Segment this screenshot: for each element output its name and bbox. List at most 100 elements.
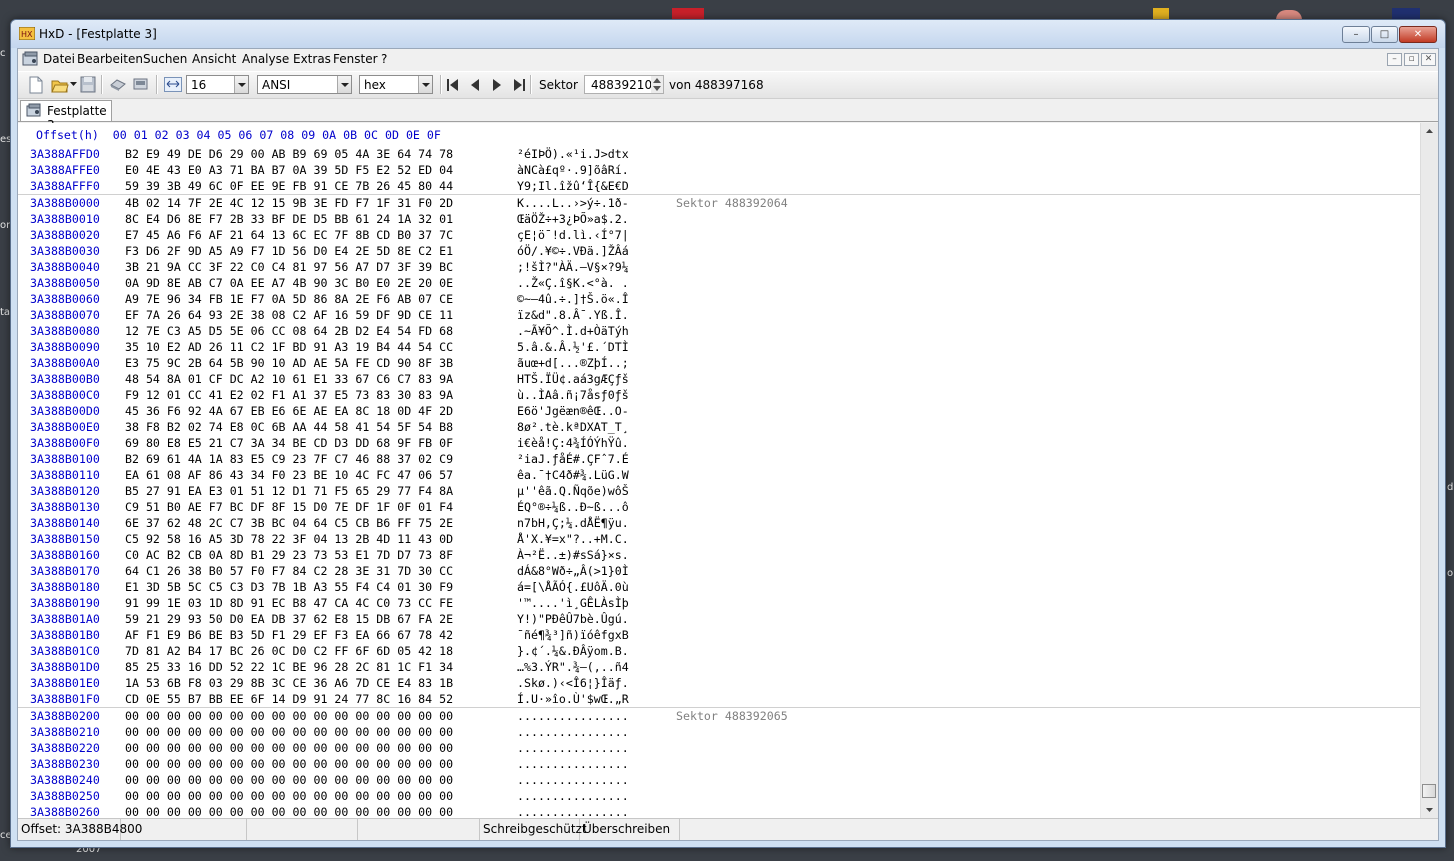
row-hex-bytes[interactable]: F9 12 01 CC 41 E2 02 F1 A1 37 E5 73 83 3… xyxy=(125,387,453,403)
row-hex-bytes[interactable]: 38 F8 B2 02 74 E8 0C 6B AA 44 58 41 54 5… xyxy=(125,419,453,435)
hex-row[interactable]: 3A388B0070 EF 7A 26 64 93 2E 38 08 C2 AF … xyxy=(18,307,1420,323)
hex-row[interactable]: 3A388B0250 00 00 00 00 00 00 00 00 00 00 … xyxy=(18,788,1420,804)
row-ascii[interactable]: ;!šÌ?"ÀÄ.—V§×?9¼ xyxy=(517,259,629,275)
hex-row[interactable]: 3A388B0110 EA 61 08 AF 86 43 34 F0 23 BE … xyxy=(18,467,1420,483)
hex-row[interactable]: 3A388B01F0 CD 0E 55 B7 BB EE 6F 14 D9 91 … xyxy=(18,691,1420,707)
row-ascii[interactable]: 5.â.&.Â.½'£.´DTÌ xyxy=(517,339,629,355)
row-ascii[interactable]: ²iaJ.ƒåÉ#.ÇFˆ7.É xyxy=(517,451,629,467)
row-hex-bytes[interactable]: AF F1 E9 B6 BE B3 5D F1 29 EF F3 EA 66 6… xyxy=(125,627,453,643)
row-ascii[interactable]: ŒäÖŽ÷+3¿ÞÕ»a$.2. xyxy=(517,211,629,227)
row-ascii[interactable]: n7bH,Ç;¼.dÅË¶ÿu. xyxy=(517,515,629,531)
hex-row[interactable]: 3A388B0000 4B 02 14 7F 2E 4C 12 15 9B 3E … xyxy=(18,194,1420,211)
row-hex-bytes[interactable]: 69 80 E8 E5 21 C7 3A 34 BE CD D3 DD 68 9… xyxy=(125,435,453,451)
row-hex-bytes[interactable]: 7D 81 A2 B4 17 BC 26 0C D0 C2 FF 6F 6D 0… xyxy=(125,643,453,659)
hex-row[interactable]: 3A388B0100 B2 69 61 4A 1A 83 E5 C9 23 7F … xyxy=(18,451,1420,467)
chevron-down-icon[interactable] xyxy=(418,76,432,93)
row-ascii[interactable]: ................ xyxy=(517,756,629,772)
row-ascii[interactable]: 8ø².tè.kªDXAT_T¸ xyxy=(517,419,629,435)
row-ascii[interactable]: ²éIÞÖ).«¹i.J>dtx xyxy=(517,146,629,162)
spinner-arrows-icon[interactable] xyxy=(651,76,663,93)
row-hex-bytes[interactable]: 6E 37 62 48 2C C7 3B BC 04 64 C5 CB B6 F… xyxy=(125,515,453,531)
row-hex-bytes[interactable]: 00 00 00 00 00 00 00 00 00 00 00 00 00 0… xyxy=(125,724,453,740)
hex-row[interactable]: 3A388B0020 E7 45 A6 F6 AF 21 64 13 6C EC … xyxy=(18,227,1420,243)
row-ascii[interactable]: …%3.ÝR".¾–(,..ñ4 xyxy=(517,659,629,675)
row-hex-bytes[interactable]: 00 00 00 00 00 00 00 00 00 00 00 00 00 0… xyxy=(125,788,453,804)
hex-row[interactable]: 3A388B0030 F3 D6 2F 9D A5 A9 F7 1D 56 D0 … xyxy=(18,243,1420,259)
open-ram-icon[interactable] xyxy=(132,76,149,93)
disk-document-icon[interactable] xyxy=(22,51,40,67)
row-ascii[interactable]: ÉQ°®÷¼ß..Ð~ß...ô xyxy=(517,499,629,515)
menu-bearbeiten[interactable]: Bearbeiten xyxy=(77,52,143,66)
row-ascii[interactable]: ................ xyxy=(517,708,629,724)
row-hex-bytes[interactable]: E7 45 A6 F6 AF 21 64 13 6C EC 7F 8B CD B… xyxy=(125,227,453,243)
row-hex-bytes[interactable]: 45 36 F6 92 4A 67 EB E6 6E AE EA 8C 18 0… xyxy=(125,403,453,419)
hex-row[interactable]: 3A388B0240 00 00 00 00 00 00 00 00 00 00 … xyxy=(18,772,1420,788)
row-hex-bytes[interactable]: 35 10 E2 AD 26 11 C2 1F BD 91 A3 19 B4 4… xyxy=(125,339,453,355)
row-ascii[interactable]: '™....'ì¸GÊLÀsÌþ xyxy=(517,595,629,611)
hex-row[interactable]: 3A388B0220 00 00 00 00 00 00 00 00 00 00 … xyxy=(18,740,1420,756)
row-ascii[interactable]: ................ xyxy=(517,740,629,756)
scroll-up-icon[interactable] xyxy=(1421,123,1438,140)
row-ascii[interactable]: HTŠ.ÏÜ¢.aá3gÆÇƒš xyxy=(517,371,629,387)
row-ascii[interactable]: Å'X.¥=x"?..+M.C. xyxy=(517,531,629,547)
row-ascii[interactable]: dÁ&8°Wð÷„Â(>1}0Ì xyxy=(517,563,629,579)
row-ascii[interactable]: ¯ñé¶¾³]ñ)ïóêfgxB xyxy=(517,627,629,643)
row-ascii[interactable]: ................ xyxy=(517,788,629,804)
row-ascii[interactable]: ãuœ+d[...®ZþÍ..; xyxy=(517,355,629,371)
row-ascii[interactable]: ..Ž«Ç.î§K.<°à. . xyxy=(517,275,629,291)
row-hex-bytes[interactable]: 00 00 00 00 00 00 00 00 00 00 00 00 00 0… xyxy=(125,740,453,756)
hex-editor-view[interactable]: Offset(h) 00 01 02 03 04 05 06 07 08 09 … xyxy=(18,123,1438,818)
hex-row[interactable]: 3A388B0190 91 99 1E 03 1D 8D 91 EC B8 47 … xyxy=(18,595,1420,611)
hex-row[interactable]: 3A388B00F0 69 80 E8 E5 21 C7 3A 34 BE CD … xyxy=(18,435,1420,451)
menu-fenster[interactable]: Fenster xyxy=(333,52,378,66)
row-hex-bytes[interactable]: 3B 21 9A CC 3F 22 C0 C4 81 97 56 A7 D7 3… xyxy=(125,259,453,275)
sector-value[interactable]: 488392100 xyxy=(591,78,660,92)
row-hex-bytes[interactable]: B5 27 91 EA E3 01 51 12 D1 71 F5 65 29 7… xyxy=(125,483,453,499)
hex-row[interactable]: 3A388B01B0 AF F1 E9 B6 BE B3 5D F1 29 EF … xyxy=(18,627,1420,643)
hex-row[interactable]: 3A388B01E0 1A 53 6B F8 03 29 8B 3C CE 36 … xyxy=(18,675,1420,691)
menu-help[interactable]: ? xyxy=(381,52,387,66)
row-hex-bytes[interactable]: EF 7A 26 64 93 2E 38 08 C2 AF 16 59 DF 9… xyxy=(125,307,453,323)
hex-row[interactable]: 3A388B0090 35 10 E2 AD 26 11 C2 1F BD 91 … xyxy=(18,339,1420,355)
row-hex-bytes[interactable]: E3 75 9C 2B 64 5B 90 10 AD AE 5A FE CD 9… xyxy=(125,355,453,371)
open-dropdown-icon[interactable] xyxy=(70,82,77,87)
vertical-scrollbar[interactable] xyxy=(1420,123,1438,818)
row-hex-bytes[interactable]: F3 D6 2F 9D A5 A9 F7 1D 56 D0 E4 2E 5D 8… xyxy=(125,243,453,259)
row-hex-bytes[interactable]: EA 61 08 AF 86 43 34 F0 23 BE 10 4C FC 4… xyxy=(125,467,453,483)
maximize-button[interactable]: □ xyxy=(1371,26,1398,43)
row-hex-bytes[interactable]: 48 54 8A 01 CF DC A2 10 61 E1 33 67 C6 C… xyxy=(125,371,453,387)
row-ascii[interactable]: K....L..›>ý÷.1ð- xyxy=(517,195,629,211)
row-hex-bytes[interactable]: 59 39 3B 49 6C 0F EE 9E FB 91 CE 7B 26 4… xyxy=(125,178,453,194)
row-ascii[interactable]: .~Ã¥Õ^.Ì.d+ÒäTýh xyxy=(517,323,629,339)
menu-suchen[interactable]: Suchen xyxy=(143,52,187,66)
hex-row[interactable]: 3A388B01D0 85 25 33 16 DD 52 22 1C BE 96 … xyxy=(18,659,1420,675)
hex-row[interactable]: 3A388B0060 A9 7E 96 34 FB 1E F7 0A 5D 86 … xyxy=(18,291,1420,307)
hex-row[interactable]: 3A388B0140 6E 37 62 48 2C C7 3B BC 04 64 … xyxy=(18,515,1420,531)
hex-row[interactable]: 3A388B00B0 48 54 8A 01 CF DC A2 10 61 E1 … xyxy=(18,371,1420,387)
row-ascii[interactable]: µ''êã.Q.Ñqõe)wôŠ xyxy=(517,483,629,499)
hex-row[interactable]: 3A388B0230 00 00 00 00 00 00 00 00 00 00 … xyxy=(18,756,1420,772)
row-ascii[interactable]: Y9;Il.îžû‘Î{&E€D xyxy=(517,178,629,194)
hex-row[interactable]: 3A388B00A0 E3 75 9C 2B 64 5B 90 10 AD AE … xyxy=(18,355,1420,371)
row-ascii[interactable]: ................ xyxy=(517,772,629,788)
hex-row[interactable]: 3A388B0130 C9 51 B0 AE F7 BC DF 8F 15 D0 … xyxy=(18,499,1420,515)
row-hex-bytes[interactable]: 00 00 00 00 00 00 00 00 00 00 00 00 00 0… xyxy=(125,708,453,724)
row-hex-bytes[interactable]: 12 7E C3 A5 D5 5E 06 CC 08 64 2B D2 E4 5… xyxy=(125,323,453,339)
row-hex-bytes[interactable]: 85 25 33 16 DD 52 22 1C BE 96 28 2C 81 1… xyxy=(125,659,453,675)
menu-ansicht[interactable]: Ansicht xyxy=(192,52,236,66)
row-ascii[interactable]: àNCà£qº·.9]õâRí. xyxy=(517,162,629,178)
row-hex-bytes[interactable]: A9 7E 96 34 FB 1E F7 0A 5D 86 8A 2E F6 A… xyxy=(125,291,453,307)
hex-row[interactable]: 3A388B0010 8C E4 D6 8E F7 2B 33 BF DE D5 … xyxy=(18,211,1420,227)
row-hex-bytes[interactable]: 59 21 29 93 50 D0 EA DB 37 62 E8 15 DB 6… xyxy=(125,611,453,627)
scroll-thumb[interactable] xyxy=(1422,784,1436,798)
row-hex-bytes[interactable]: 8C E4 D6 8E F7 2B 33 BF DE D5 BB 61 24 1… xyxy=(125,211,453,227)
row-hex-bytes[interactable]: 1A 53 6B F8 03 29 8B 3C CE 36 A6 7D CE E… xyxy=(125,675,453,691)
hex-row[interactable]: 3A388B0260 00 00 00 00 00 00 00 00 00 00 … xyxy=(18,804,1420,818)
row-ascii[interactable]: ©~–4û.÷.]†Š.ö«.Î xyxy=(517,291,629,307)
row-hex-bytes[interactable]: 00 00 00 00 00 00 00 00 00 00 00 00 00 0… xyxy=(125,756,453,772)
hex-row[interactable]: 3A388B0170 64 C1 26 38 B0 57 F0 F7 84 C2 … xyxy=(18,563,1420,579)
row-ascii[interactable]: À¬²Ë..±)#sSá}×s. xyxy=(517,547,629,563)
row-hex-bytes[interactable]: C0 AC B2 CB 0A 8D B1 29 23 73 53 E1 7D D… xyxy=(125,547,453,563)
row-ascii[interactable]: ................ xyxy=(517,804,629,818)
prev-sector-icon[interactable] xyxy=(468,78,482,92)
